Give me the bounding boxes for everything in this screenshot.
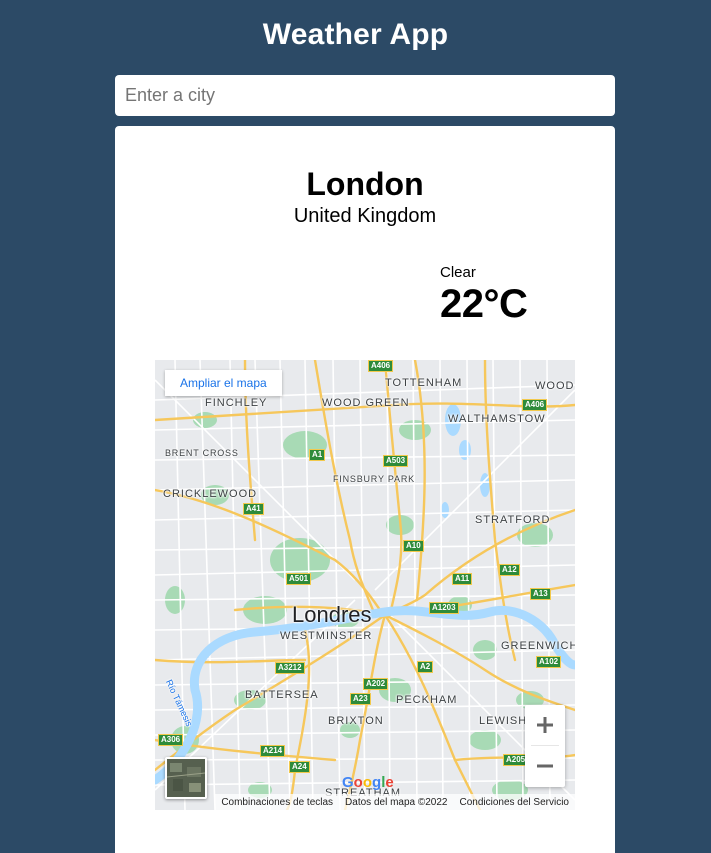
map-label-brent-cross: BRENT CROSS xyxy=(165,448,239,458)
weather-card: London United Kingdom Clear 22°C TOTTENH… xyxy=(115,126,615,853)
road-badge-a406-top: A406 xyxy=(368,360,394,372)
city-search-input[interactable] xyxy=(115,75,615,116)
road-badge-a2: A2 xyxy=(417,661,434,673)
zoom-in-button[interactable] xyxy=(525,705,565,745)
minus-icon xyxy=(537,764,553,768)
map-label-finchley: FINCHLEY xyxy=(205,397,268,409)
map-label-peckham: PECKHAM xyxy=(396,694,458,706)
zoom-out-button[interactable] xyxy=(525,746,565,786)
keyboard-shortcuts-link[interactable]: Combinaciones de teclas xyxy=(215,797,339,808)
map-footer: Combinaciones de teclas Datos del mapa ©… xyxy=(215,794,575,810)
road-badge-a3212: A3212 xyxy=(275,662,305,674)
map-tiles xyxy=(155,360,575,810)
country-name: United Kingdom xyxy=(293,205,437,227)
road-badge-a406: A406 xyxy=(522,399,548,411)
map-data-attribution: Datos del mapa ©2022 xyxy=(345,796,448,808)
road-badge-a11: A11 xyxy=(452,573,473,585)
google-logo: Google xyxy=(342,774,394,791)
terms-of-service-link[interactable]: Condiciones del Servicio xyxy=(453,797,575,808)
map-label-battersea: BATTERSEA xyxy=(245,689,319,701)
map-label-finsbury-park: FINSBURY PARK xyxy=(333,474,415,484)
road-badge-a1203: A1203 xyxy=(429,602,459,614)
map-label-cricklewood: CRICKLEWOOD xyxy=(163,488,258,500)
map-label-brixton: BRIXTON xyxy=(328,715,384,727)
map-label-lewisham: LEWISH xyxy=(479,715,528,727)
map-center-label: Londres xyxy=(292,602,372,627)
road-badge-a202: A202 xyxy=(363,678,389,690)
satellite-toggle-button[interactable] xyxy=(165,757,207,799)
app-title: Weather App xyxy=(262,18,449,51)
road-badge-a214: A214 xyxy=(260,745,286,757)
moon-icon xyxy=(245,268,295,318)
road-badge-a12: A12 xyxy=(499,564,520,576)
expand-map-link[interactable]: Ampliar el mapa xyxy=(165,370,282,396)
map-embed[interactable]: TOTTENHAM WOOD FINCHLEY WOOD GREEN WALTH… xyxy=(155,360,575,810)
map-label-tottenham: TOTTENHAM xyxy=(385,377,463,389)
road-badge-a23: A23 xyxy=(350,693,371,705)
map-label-westminster: WESTMINSTER xyxy=(280,630,373,642)
road-badge-a1: A1 xyxy=(309,449,326,461)
road-badge-a41: A41 xyxy=(243,503,264,515)
map-label-stratford: STRATFORD xyxy=(475,514,551,526)
road-badge-a306: A306 xyxy=(158,734,184,746)
plus-icon xyxy=(537,717,553,733)
satellite-thumbnail-icon xyxy=(167,759,205,797)
road-badge-a24: A24 xyxy=(289,761,310,773)
map-label-wood: WOOD xyxy=(535,380,575,392)
road-badge-a503: A503 xyxy=(383,455,409,467)
map-label-walthamstow: WALTHAMSTOW xyxy=(448,413,546,425)
weather-condition: Clear xyxy=(440,264,476,281)
map-label-greenwich: GREENWICH xyxy=(501,640,575,652)
city-name: London xyxy=(306,166,424,202)
road-badge-a102: A102 xyxy=(536,656,562,668)
temperature: 22°C xyxy=(440,282,528,326)
road-badge-a10: A10 xyxy=(403,540,424,552)
road-badge-a13: A13 xyxy=(530,588,551,600)
road-badge-a501: A501 xyxy=(286,573,312,585)
map-label-wood-green: WOOD GREEN xyxy=(322,397,410,409)
zoom-controls xyxy=(525,705,565,787)
